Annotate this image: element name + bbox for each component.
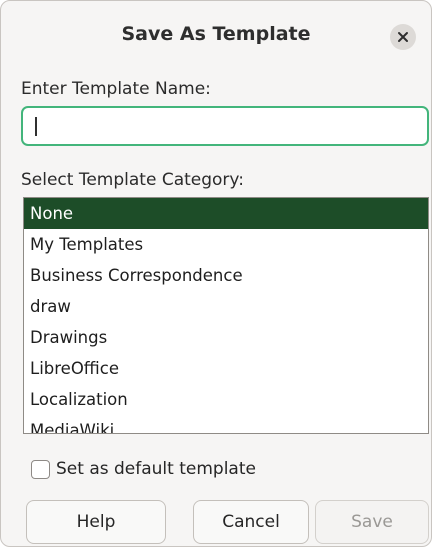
- save-as-template-dialog: Save As Template Enter Template Name: Se…: [0, 0, 432, 547]
- list-item[interactable]: draw: [24, 291, 428, 322]
- close-button[interactable]: [390, 24, 416, 50]
- help-button[interactable]: Help: [26, 500, 166, 544]
- close-icon: [398, 32, 408, 42]
- template-name-input[interactable]: [21, 106, 429, 146]
- list-item[interactable]: My Templates: [24, 229, 428, 260]
- list-item[interactable]: Drawings: [24, 322, 428, 353]
- list-item[interactable]: Business Correspondence: [24, 260, 428, 291]
- default-template-option[interactable]: Set as default template: [31, 457, 256, 481]
- list-item[interactable]: Localization: [24, 384, 428, 415]
- dialog-title: Save As Template: [121, 23, 311, 45]
- default-template-label: Set as default template: [56, 459, 256, 479]
- list-item[interactable]: None: [24, 198, 428, 229]
- template-category-label: Select Template Category:: [21, 170, 244, 190]
- cancel-button[interactable]: Cancel: [193, 500, 309, 544]
- template-name-label: Enter Template Name:: [21, 79, 211, 99]
- template-category-list[interactable]: None My Templates Business Correspondenc…: [23, 197, 429, 434]
- text-caret: [35, 117, 37, 136]
- list-item[interactable]: MediaWiki: [24, 415, 428, 433]
- list-item[interactable]: LibreOffice: [24, 353, 428, 384]
- save-button[interactable]: Save: [315, 500, 429, 544]
- default-template-checkbox[interactable]: [31, 459, 50, 479]
- title-bar: Save As Template: [1, 1, 431, 63]
